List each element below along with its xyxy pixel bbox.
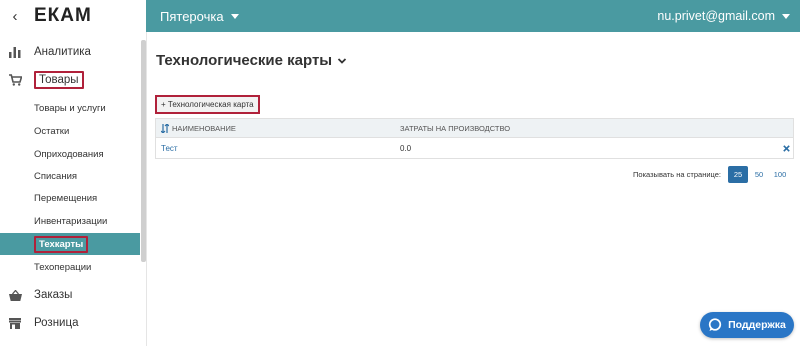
close-icon <box>782 144 790 152</box>
sort-icon <box>161 123 169 133</box>
column-header-cost: ЗАТРАТЫ НА ПРОИЗВОДСТВО <box>400 123 511 133</box>
chevron-down-icon[interactable] <box>337 56 347 66</box>
techcards-table: НАИМЕНОВАНИЕ ЗАТРАТЫ НА ПРОИЗВОДСТВО Тес… <box>155 118 794 159</box>
store-selector[interactable]: Пятерочка <box>160 9 239 24</box>
basket-icon <box>8 289 22 301</box>
page-size-50[interactable]: 50 <box>749 166 769 183</box>
sidebar-subitem-label: Товары и услуги <box>34 102 106 114</box>
sidebar: ‹ ЕКАМ Аналитика Товары Товары и услуги … <box>0 0 147 346</box>
page-size-selector: Показывать на странице: 25 50 100 <box>633 166 790 183</box>
support-button[interactable]: Поддержка <box>700 312 794 338</box>
store-name: Пятерочка <box>160 8 224 24</box>
sidebar-subitem-goods-services[interactable]: Товары и услуги <box>0 97 140 119</box>
sidebar-item-analytics[interactable]: Аналитика <box>0 40 140 64</box>
sidebar-subitem-techcards[interactable]: Техкарты <box>0 233 140 255</box>
sidebar-subitem-transfers[interactable]: Перемещения <box>0 187 140 209</box>
page-size-100[interactable]: 100 <box>770 166 790 183</box>
sidebar-subitem-label: Техкарты <box>34 235 89 253</box>
page-size-label: Показывать на странице: <box>633 170 721 179</box>
sidebar-item-label: Аналитика <box>34 46 91 58</box>
sidebar-subitem-techoperations[interactable]: Техоперации <box>0 256 140 278</box>
sidebar-subitem-label: Перемещения <box>34 192 98 204</box>
top-bar: Пятерочка nu.privet@gmail.com <box>146 0 800 32</box>
bar-chart-icon <box>8 46 22 58</box>
column-header-name-label: НАИМЕНОВАНИЕ <box>172 123 236 133</box>
sidebar-item-retail[interactable]: Розница <box>0 311 140 335</box>
table-header: НАИМЕНОВАНИЕ ЗАТРАТЫ НА ПРОИЗВОДСТВО <box>156 119 793 138</box>
chevron-down-icon <box>782 13 790 19</box>
sidebar-subitem-receipts[interactable]: Оприходования <box>0 143 140 165</box>
sidebar-subitem-label: Остатки <box>34 125 70 137</box>
logo: ЕКАМ <box>34 5 92 26</box>
store-icon <box>8 317 22 329</box>
sidebar-subitem-label: Инвентаризации <box>34 215 108 227</box>
sidebar-item-label: Товары <box>34 71 84 89</box>
user-email: nu.privet@gmail.com <box>657 9 775 23</box>
sidebar-item-goods[interactable]: Товары <box>0 68 140 92</box>
user-menu[interactable]: nu.privet@gmail.com <box>657 9 790 23</box>
sidebar-item-orders[interactable]: Заказы <box>0 283 140 307</box>
column-header-name[interactable]: НАИМЕНОВАНИЕ <box>156 123 400 133</box>
sidebar-subitem-label: Техоперации <box>34 261 92 273</box>
table-row: Тест 0.0 <box>156 138 793 158</box>
page-title: Технологические карты <box>156 52 347 69</box>
page-title-text: Технологические карты <box>156 52 333 69</box>
sidebar-subitem-label: Оприходования <box>34 148 104 160</box>
chevron-down-icon <box>230 13 239 19</box>
chat-bubble-icon <box>708 318 722 332</box>
sidebar-header: ‹ ЕКАМ <box>0 0 146 32</box>
sidebar-scrollbar[interactable] <box>141 40 146 262</box>
sidebar-subitem-stock[interactable]: Остатки <box>0 120 140 142</box>
back-button[interactable]: ‹ <box>0 8 30 25</box>
sidebar-item-label: Заказы <box>34 289 73 301</box>
sidebar-subitem-label: Списания <box>34 170 78 182</box>
row-name-link[interactable]: Тест <box>156 144 400 153</box>
delete-row-button[interactable] <box>779 144 793 152</box>
sidebar-subitem-writeoffs[interactable]: Списания <box>0 165 140 187</box>
sidebar-item-label: Розница <box>34 317 79 329</box>
sidebar-subitem-inventory[interactable]: Инвентаризации <box>0 210 140 232</box>
row-cost: 0.0 <box>400 143 412 153</box>
add-techcard-button[interactable]: + Технологическая карта <box>155 95 260 114</box>
page-size-25[interactable]: 25 <box>728 166 748 183</box>
cart-icon <box>8 74 22 86</box>
support-label: Поддержка <box>728 319 786 331</box>
